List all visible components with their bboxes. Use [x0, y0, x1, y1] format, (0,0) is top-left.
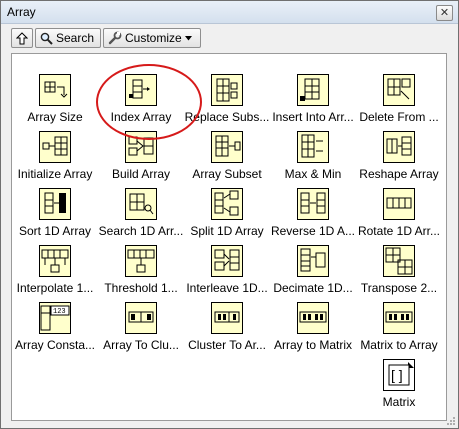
palette-item[interactable]: Search 1D Arr... — [98, 168, 184, 238]
palette-item[interactable]: Interpolate 1... — [12, 225, 98, 295]
build-array-icon — [125, 131, 157, 163]
close-icon: ✕ — [439, 6, 450, 19]
max-min-icon — [297, 131, 329, 163]
wrench-icon — [108, 31, 122, 45]
matrix-to-array-icon — [383, 302, 415, 334]
palette-item[interactable]: Array To Clu... — [98, 282, 184, 352]
insert-into-array-icon — [297, 74, 329, 106]
palette-item[interactable]: Index Array — [98, 54, 184, 124]
palette-item[interactable]: Array to Matrix — [270, 282, 356, 352]
palette-item[interactable]: Reverse 1D A... — [270, 168, 356, 238]
svg-text:123: 123 — [53, 308, 66, 316]
cluster-to-array-icon — [211, 302, 243, 334]
array-subset-icon — [211, 131, 243, 163]
palette-item[interactable]: Insert Into Arr... — [270, 54, 356, 124]
palette-item-label: Matrix — [382, 395, 416, 409]
palette-item[interactable]: Split 1D Array — [184, 168, 270, 238]
matrix-folder-icon: [ ] — [383, 359, 415, 391]
decimate-1d-array-icon — [297, 245, 329, 277]
palette-toolbar: Search Customize — [11, 28, 201, 50]
reverse-1d-array-icon — [297, 188, 329, 220]
palette-item[interactable]: Threshold 1... — [98, 225, 184, 295]
close-button[interactable]: ✕ — [436, 5, 453, 21]
window-title: Array — [7, 5, 36, 19]
rotate-1d-array-icon — [383, 188, 415, 220]
customize-button-label: Customize — [125, 31, 182, 45]
transpose-2d-array-icon — [383, 245, 415, 277]
palette-item[interactable]: Max & Min — [270, 111, 356, 181]
customize-button[interactable]: Customize — [103, 28, 201, 48]
palette-item[interactable]: Matrix to Array — [356, 282, 442, 352]
palette-item-label: Array Consta... — [14, 338, 96, 352]
array-to-matrix-icon — [297, 302, 329, 334]
palette-panel: Array Size Index Array Replace Subs... Inse… — [11, 53, 447, 421]
palette-item[interactable]: Build Array — [98, 111, 184, 181]
palette-item[interactable]: [ ] Matrix — [356, 339, 442, 409]
palette-item[interactable]: Interleave 1D... — [184, 225, 270, 295]
palette-item[interactable]: Reshape Array — [356, 111, 442, 181]
array-size-icon — [39, 74, 71, 106]
palette-item[interactable]: Array Subset — [184, 111, 270, 181]
palette-item[interactable]: Array Size — [12, 54, 98, 124]
sort-1d-array-icon — [39, 188, 71, 220]
palette-item-label: Array To Clu... — [103, 338, 179, 352]
palette-item-label: Cluster To Ar... — [188, 338, 266, 352]
up-button[interactable] — [11, 28, 33, 48]
array-palette-window: Array ✕ Search Customize Array Size Inde… — [0, 0, 459, 429]
palette-item[interactable]: Sort 1D Array — [12, 168, 98, 238]
palette-item[interactable]: Replace Subs... — [184, 54, 270, 124]
svg-text:[ ]: [ ] — [391, 367, 403, 383]
palette-item[interactable]: Delete From ... — [356, 54, 442, 124]
search-button-label: Search — [56, 31, 95, 45]
delete-from-array-icon — [383, 74, 415, 106]
replace-subset-icon — [211, 74, 243, 106]
palette-item[interactable]: Rotate 1D Arr... — [356, 168, 442, 238]
palette-item[interactable]: Decimate 1D... — [270, 225, 356, 295]
search-1d-array-icon — [125, 188, 157, 220]
split-1d-array-icon — [211, 188, 243, 220]
palette-item[interactable]: 123 Array Consta... — [12, 282, 98, 352]
interpolate-1d-array-icon — [39, 245, 71, 277]
index-array-icon — [125, 74, 157, 106]
initialize-array-icon — [39, 131, 71, 163]
search-icon — [40, 32, 53, 45]
palette-item-label: Array to Matrix — [273, 338, 352, 352]
dropdown-arrow-icon — [184, 35, 192, 40]
reshape-array-icon — [383, 131, 415, 163]
array-constant-icon: 123 — [39, 302, 71, 334]
interleave-1d-arrays-icon — [211, 245, 243, 277]
palette-item[interactable]: Transpose 2... — [356, 225, 442, 295]
title-bar[interactable]: Array ✕ — [1, 1, 458, 24]
array-to-cluster-icon — [125, 302, 157, 334]
palette-item[interactable]: Cluster To Ar... — [184, 282, 270, 352]
up-arrow-icon — [16, 31, 28, 44]
resize-grip-icon[interactable] — [446, 416, 456, 426]
threshold-1d-array-icon — [125, 245, 157, 277]
search-button[interactable]: Search — [35, 28, 101, 48]
palette-item[interactable]: Initialize Array — [12, 111, 98, 181]
